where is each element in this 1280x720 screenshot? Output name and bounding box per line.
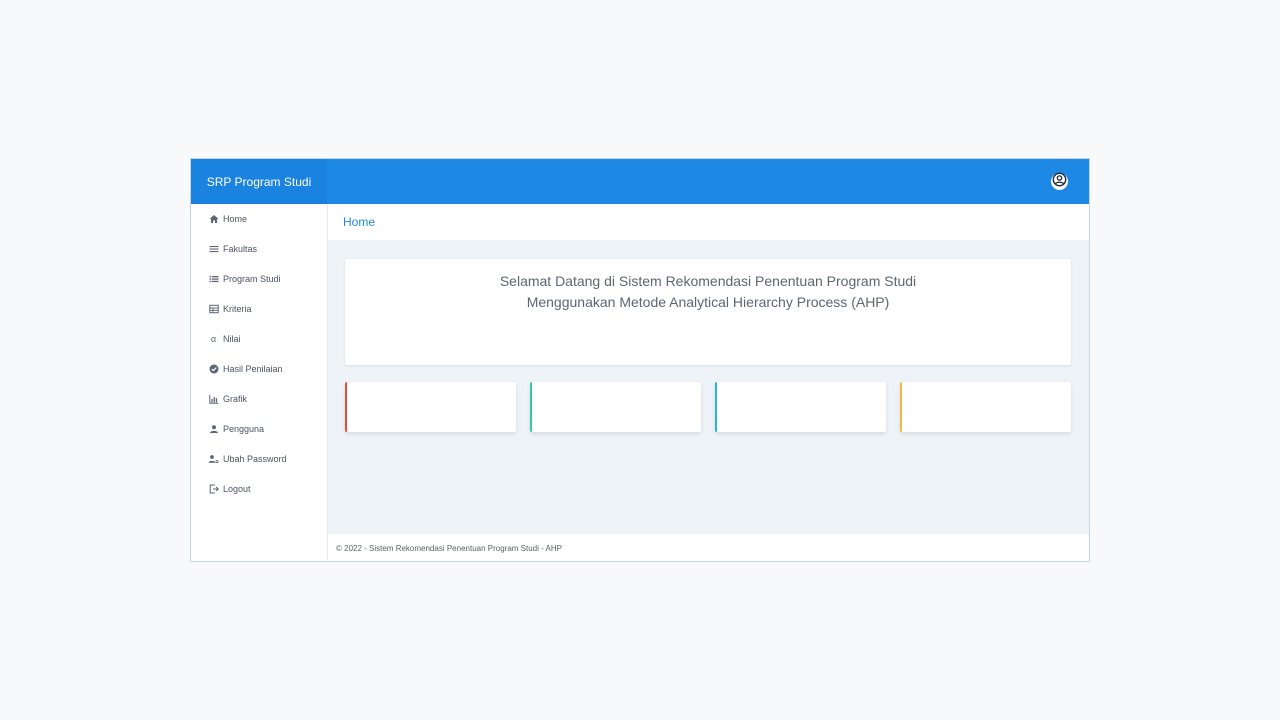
sidebar-item-nilai[interactable]: α Nilai — [208, 331, 241, 347]
sidebar-item-kriteria[interactable]: Kriteria — [208, 301, 252, 317]
welcome-title-line2: Menggunakan Metode Analytical Hierarchy … — [526, 294, 890, 310]
alpha-icon: α — [210, 334, 217, 344]
sidebar-item-label: Pengguna — [223, 424, 265, 434]
sidebar-item-program-studi[interactable]: Program Studi — [208, 271, 281, 287]
logout-icon — [208, 484, 219, 495]
sidebar-item-label: Hasil Penilaian — [223, 364, 283, 374]
sidebar-item-label: Kriteria — [223, 304, 252, 314]
sidebar-item-hasil-penilaian[interactable]: Hasil Penilaian — [208, 361, 283, 377]
top-navbar: SRP Program Studi — [191, 159, 1089, 204]
sidebar-item-label: Program Studi — [223, 274, 281, 284]
table-icon — [208, 304, 219, 315]
stat-card-4 — [900, 382, 1071, 432]
stat-card-1 — [345, 382, 516, 432]
footer: © 2022 - Sistem Rekomendasi Penentuan Pr… — [328, 534, 1089, 561]
app-window: SRP Program Studi Home Fakultas Program … — [190, 158, 1090, 562]
sidebar: Home Fakultas Program Studi Kriteria α N… — [191, 204, 328, 561]
user-menu-button[interactable] — [1051, 172, 1068, 192]
breadcrumb-home-link[interactable]: Home — [343, 215, 375, 229]
sidebar-item-label: Nilai — [223, 334, 241, 344]
footer-copyright: © 2022 - Sistem Rekomendasi Penentuan Pr… — [336, 543, 563, 553]
list-icon — [208, 244, 219, 255]
brand-logo[interactable]: SRP Program Studi — [191, 159, 327, 204]
user-icon — [208, 424, 219, 435]
home-icon — [208, 214, 219, 225]
sidebar-item-fakultas[interactable]: Fakultas — [208, 241, 257, 257]
user-circle-icon — [1052, 172, 1067, 192]
bar-chart-icon — [208, 394, 219, 405]
welcome-card: Selamat Datang di Sistem Rekomendasi Pen… — [345, 259, 1071, 365]
sidebar-item-grafik[interactable]: Grafik — [208, 391, 247, 407]
welcome-title-line1: Selamat Datang di Sistem Rekomendasi Pen… — [499, 273, 917, 289]
user-key-icon — [208, 454, 219, 465]
sidebar-item-label: Grafik — [223, 394, 248, 404]
sidebar-item-ubah-password[interactable]: Ubah Password — [208, 451, 287, 467]
sidebar-item-label: Home — [223, 214, 248, 224]
sidebar-item-pengguna[interactable]: Pengguna — [208, 421, 264, 437]
sidebar-item-label: Ubah Password — [223, 454, 287, 464]
check-circle-icon — [208, 364, 219, 375]
sidebar-item-home[interactable]: Home — [208, 211, 247, 227]
breadcrumb: Home — [328, 204, 1089, 240]
sidebar-item-label: Logout — [223, 484, 251, 494]
stat-card-3 — [715, 382, 886, 432]
list-alt-icon — [208, 274, 219, 285]
sidebar-item-label: Fakultas — [223, 244, 258, 254]
sidebar-item-logout[interactable]: Logout — [208, 481, 251, 497]
main-content: Home Selamat Datang di Sistem Rekomendas… — [328, 204, 1089, 534]
stat-card-2 — [530, 382, 701, 432]
